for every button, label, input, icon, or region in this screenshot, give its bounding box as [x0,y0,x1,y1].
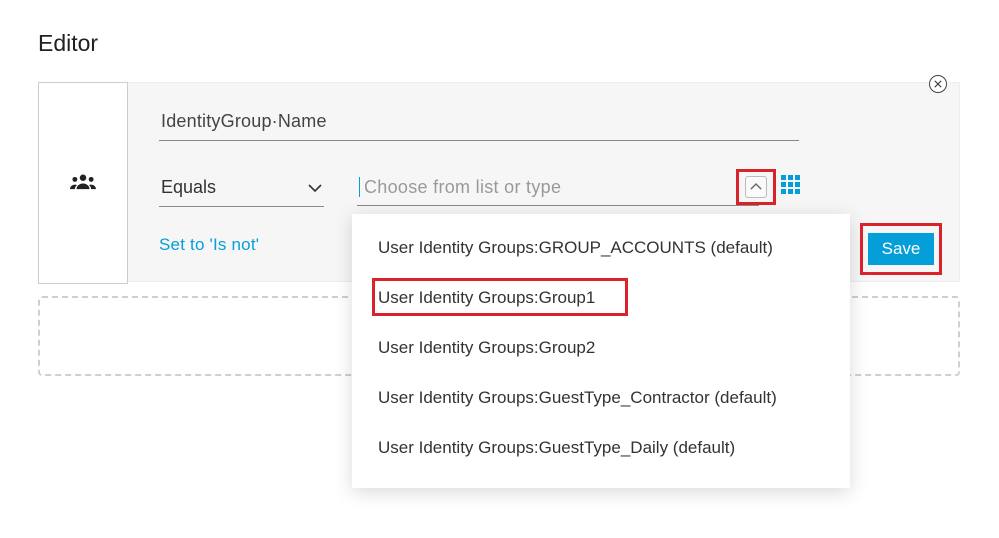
operator-select[interactable]: Equals [159,173,324,207]
grid-icon[interactable] [781,175,803,197]
operator-label: Equals [161,177,216,198]
dropdown-item-group1[interactable]: User Identity Groups:Group1 [352,274,850,322]
dropdown-item-group2[interactable]: User Identity Groups:Group2 [352,324,850,372]
close-icon[interactable] [929,75,947,93]
dropdown-item-guesttype-contractor[interactable]: User Identity Groups:GuestType_Contracto… [352,374,850,422]
save-button[interactable]: Save [868,233,935,265]
set-to-isnot-link[interactable]: Set to 'Is not' [159,235,259,255]
value-field[interactable]: Choose from list or type [357,173,759,206]
page-title: Editor [0,0,999,57]
chevron-down-icon [308,177,322,198]
dropdown-item-guesttype-daily[interactable]: User Identity Groups:GuestType_Daily (de… [352,424,850,472]
users-icon [70,172,96,195]
value-placeholder: Choose from list or type [359,177,757,197]
dropdown-chevron-highlight [736,169,776,205]
identity-group-tile[interactable] [38,82,128,284]
chevron-up-icon[interactable] [745,176,767,198]
value-dropdown: User Identity Groups:GROUP_ACCOUNTS (def… [352,214,850,488]
attribute-field[interactable]: IdentityGroup·Name [159,105,799,141]
dropdown-item-group-accounts[interactable]: User Identity Groups:GROUP_ACCOUNTS (def… [352,224,850,272]
save-button-highlight: Save [860,223,942,275]
